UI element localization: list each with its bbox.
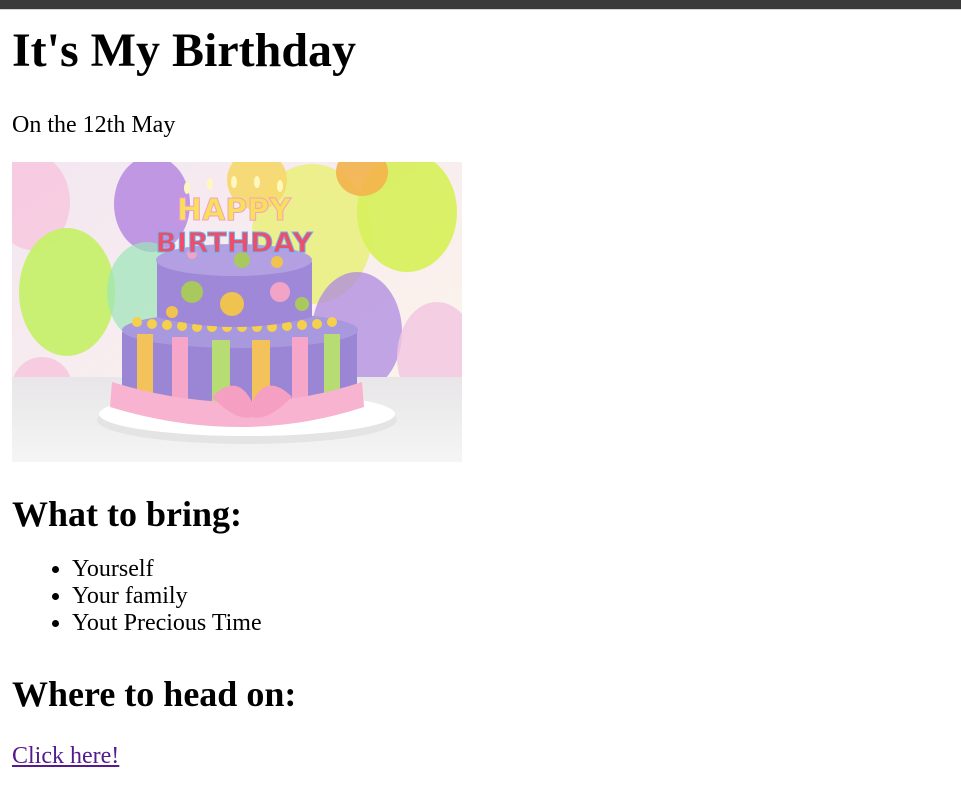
where-to-head-heading: Where to head on:: [12, 674, 297, 714]
page-title: It's My Birthday: [12, 24, 357, 77]
list-item: Your family: [72, 583, 949, 610]
browser-top-bar: [0, 0, 961, 10]
cake-text-birthday: BIRTHDAY: [155, 226, 313, 259]
bring-list: Yourself Your family Yout Precious Time: [12, 556, 949, 637]
page-content: It's My Birthday On the 12th May HAPPY B…: [0, 24, 961, 771]
location-link[interactable]: Click here!: [12, 741, 119, 771]
birthday-date: On the 12th May: [12, 112, 176, 138]
list-item: Yout Precious Time: [72, 610, 949, 637]
birthday-cake-image: HAPPY BIRTHDAY: [12, 162, 462, 462]
what-to-bring-heading: What to bring:: [12, 494, 243, 534]
list-item: Yourself: [72, 556, 949, 583]
cake-text-happy: HAPPY: [177, 193, 292, 228]
